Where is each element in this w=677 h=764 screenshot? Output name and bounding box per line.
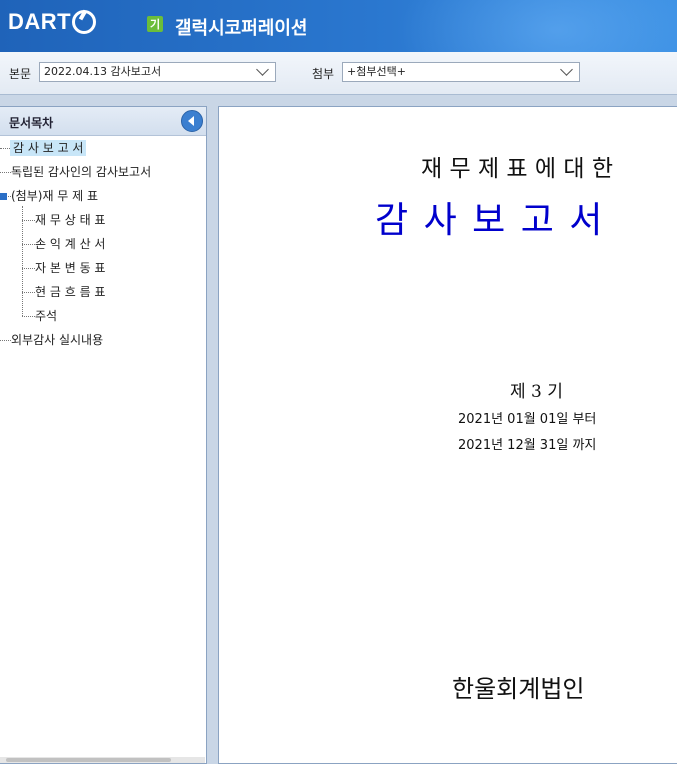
doc-period-to: 2021년 12월 31일 까지 bbox=[458, 438, 597, 453]
main-doc-select-value: 2022.04.13 감사보고서 bbox=[44, 65, 162, 78]
doc-period-from: 2021년 01월 01일 부터 bbox=[458, 412, 597, 427]
dart-logo-text: DART bbox=[8, 9, 72, 34]
toc-item-notes[interactable]: 주석 bbox=[22, 306, 57, 326]
toc-item-equity-changes[interactable]: 자 본 변 동 표 bbox=[22, 258, 105, 278]
toc-item-audit-report[interactable]: 감 사 보 고 서 bbox=[0, 138, 87, 158]
scrollbar-thumb[interactable] bbox=[6, 758, 171, 762]
dart-logo[interactable]: DART bbox=[8, 9, 97, 35]
doc-subtitle: 재 무 제 표 에 대 한 bbox=[421, 156, 613, 182]
attach-select[interactable]: +첨부선택+ bbox=[342, 62, 580, 82]
doc-auditor-name: 한울회계법인 bbox=[452, 675, 585, 703]
app-header: DART 기 갤럭시코퍼레이션 bbox=[0, 0, 677, 52]
doc-period-number: 제 3 기 bbox=[510, 382, 563, 402]
company-type-badge: 기 bbox=[147, 16, 163, 32]
header-glow bbox=[397, 0, 677, 52]
toc-item-cash-flow[interactable]: 현 금 흐 름 표 bbox=[22, 282, 105, 302]
toc-item-external-audit[interactable]: 외부감사 실시내용 bbox=[0, 330, 103, 350]
main-doc-select[interactable]: 2022.04.13 감사보고서 bbox=[39, 62, 276, 82]
collapse-sidebar-icon[interactable] bbox=[181, 110, 203, 132]
toc-item-independent-auditor-report[interactable]: 독립된 감사인의 감사보고서 bbox=[0, 162, 151, 182]
main-doc-label: 본문 bbox=[9, 67, 32, 81]
company-name: 갤럭시코퍼레이션 bbox=[175, 18, 308, 39]
toc-sidebar: 문서목차 감 사 보 고 서 독립된 감사인의 감사보고서 (첨부)재 무 제 … bbox=[0, 106, 207, 764]
doc-title: 감 사 보 고 서 bbox=[375, 200, 605, 241]
attach-select-value: +첨부선택+ bbox=[347, 65, 406, 78]
dart-logo-icon bbox=[72, 10, 97, 34]
attach-label: 첨부 bbox=[312, 67, 335, 81]
document-viewer: 재 무 제 표 에 대 한 감 사 보 고 서 제 3 기 2021년 01월 … bbox=[218, 106, 677, 764]
expand-minus-icon[interactable] bbox=[0, 193, 7, 200]
sidebar-horizontal-scrollbar[interactable] bbox=[0, 757, 205, 763]
toc-item-balance-sheet[interactable]: 재 무 상 태 표 bbox=[22, 210, 105, 230]
chevron-down-icon bbox=[256, 63, 269, 76]
toc-item-financial-statements[interactable]: (첨부)재 무 제 표 bbox=[0, 186, 98, 206]
toc-title: 문서목차 bbox=[9, 116, 54, 130]
toc-header: 문서목차 bbox=[0, 107, 206, 136]
toolbar: 본문 2022.04.13 감사보고서 첨부 +첨부선택+ bbox=[0, 52, 677, 95]
toc-item-income-statement[interactable]: 손 익 계 산 서 bbox=[22, 234, 105, 254]
chevron-down-icon bbox=[560, 63, 573, 76]
